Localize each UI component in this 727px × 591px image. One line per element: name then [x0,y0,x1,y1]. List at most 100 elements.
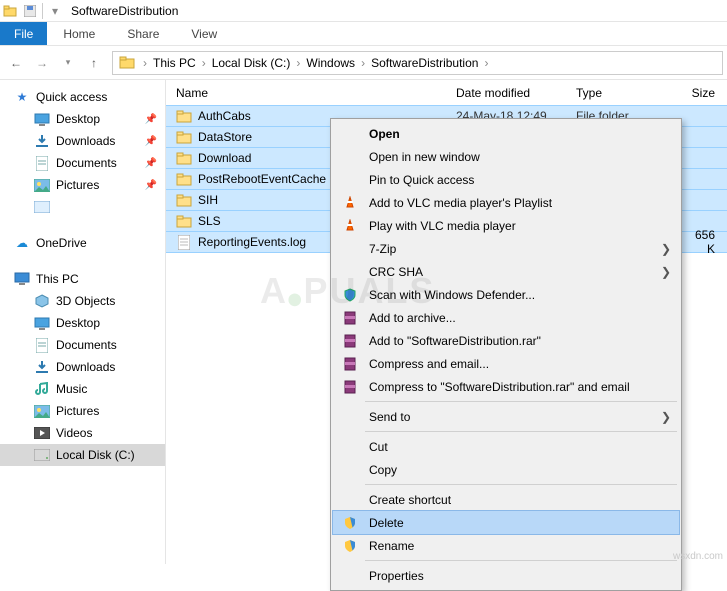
column-headers: Name Date modified Type Size [166,80,727,106]
menu-item-compress-and-email[interactable]: Compress and email... [333,352,679,375]
share-tab[interactable]: Share [111,22,175,45]
menu-item-open[interactable]: Open [333,122,679,145]
pictures-icon [34,403,50,419]
view-tab[interactable]: View [175,22,233,45]
menu-item-delete[interactable]: Delete [333,511,679,534]
menubar: File Home Share View [0,22,727,46]
sidebar-item-label: Local Disk (C:) [56,448,135,462]
rar-icon [341,332,359,350]
recent-dropdown[interactable]: ▾ [56,51,80,75]
chevron-right-icon: ❯ [661,410,671,424]
sidebar-item-local-disk-c-[interactable]: Local Disk (C:) [0,444,165,466]
menu-item-compress-to-softwaredistribution-rar-and-email[interactable]: Compress to "SoftwareDistribution.rar" a… [333,375,679,398]
menu-item-copy[interactable]: Copy [333,458,679,481]
sidebar-item-downloads[interactable]: Downloads [0,356,165,378]
sidebar-item-3d-objects[interactable]: 3D Objects [0,290,165,312]
menu-item-add-to-archive[interactable]: Add to archive... [333,306,679,329]
file-name: Download [198,151,251,165]
menu-item-pin-to-quick-access[interactable]: Pin to Quick access [333,168,679,191]
home-tab[interactable]: Home [47,22,111,45]
menu-item-label: Add to archive... [369,311,679,325]
menu-item-cut[interactable]: Cut [333,435,679,458]
sidebar-item-videos[interactable]: Videos [0,422,165,444]
menu-item-label: Scan with Windows Defender... [369,288,679,302]
sidebar-item-pictures[interactable]: Pictures📌 [0,174,165,196]
chevron-right-icon[interactable]: › [200,56,208,70]
blank-icon [341,263,359,281]
videos-icon [34,425,50,441]
chevron-right-icon[interactable]: › [141,56,149,70]
folder-icon [0,1,20,21]
folder-icon [176,129,192,145]
forward-button[interactable]: → [30,51,54,75]
menu-item-label: Rename [369,539,679,553]
rar-icon [341,378,359,396]
sidebar-item-documents[interactable]: Documents [0,334,165,356]
menu-item-add-to-vlc-media-player-s-playlist[interactable]: Add to VLC media player's Playlist [333,191,679,214]
pin-icon: 📌 [145,180,157,191]
menu-item-label: Pin to Quick access [369,173,679,187]
breadcrumb[interactable]: › This PC › Local Disk (C:) › Windows › … [112,51,723,75]
sidebar-item-music[interactable]: Music [0,378,165,400]
sidebar-item-label: Downloads [56,134,115,148]
file-tab[interactable]: File [0,22,47,45]
menu-item-crc-sha[interactable]: CRC SHA❯ [333,260,679,283]
sidebar-item-label: Videos [56,426,92,440]
menu-item-label: Play with VLC media player [369,219,679,233]
back-button[interactable]: ← [4,51,28,75]
sidebar-item-label: Documents [56,156,117,170]
menu-item-properties[interactable]: Properties [333,564,679,587]
menu-item-scan-with-windows-defender[interactable]: Scan with Windows Defender... [333,283,679,306]
crumb-windows[interactable]: Windows [302,52,359,74]
sidebar-item-downloads[interactable]: Downloads 📌 [0,130,165,152]
chevron-right-icon[interactable]: › [294,56,302,70]
crumb-local-disk[interactable]: Local Disk (C:) [208,52,295,74]
sidebar-item-desktop[interactable]: Desktop📌 [0,108,165,130]
music-icon [34,381,50,397]
pictures-icon [34,177,50,193]
menu-item-send-to[interactable]: Send to❯ [333,405,679,428]
downloads-icon [34,133,50,149]
menu-item-7-zip[interactable]: 7-Zip❯ [333,237,679,260]
sidebar-item-label: Downloads [56,360,115,374]
dropdown-icon[interactable]: ▾ [45,1,65,21]
uac-icon [341,537,359,555]
file-name: SIH [198,193,218,207]
sidebar-item-pictures[interactable]: Pictures [0,400,165,422]
menu-item-label: Add to "SoftwareDistribution.rar" [369,334,679,348]
downloads-icon [34,359,50,375]
folder-icon [176,171,192,187]
chevron-right-icon[interactable]: › [482,56,490,70]
titlebar: ▾ SoftwareDistribution [0,0,727,22]
sidebar-quick-access[interactable]: ★ Quick access [0,86,165,108]
sidebar-item-blank[interactable] [0,196,165,218]
blank-icon [341,567,359,585]
folder-icon [176,213,192,229]
sidebar-item-desktop[interactable]: Desktop [0,312,165,334]
menu-separator [365,484,677,485]
menu-item-label: Add to VLC media player's Playlist [369,196,679,210]
col-date[interactable]: Date modified [456,86,576,100]
sidebar-onedrive[interactable]: ☁ OneDrive [0,232,165,254]
menu-item-play-with-vlc-media-player[interactable]: Play with VLC media player [333,214,679,237]
menu-item-add-to-softwaredistribution-rar[interactable]: Add to "SoftwareDistribution.rar" [333,329,679,352]
menu-item-label: 7-Zip [369,242,679,256]
pin-icon: 📌 [145,136,157,147]
menu-item-create-shortcut[interactable]: Create shortcut [333,488,679,511]
save-icon[interactable] [20,1,40,21]
up-button[interactable]: ↑ [82,51,106,75]
folder-icon [176,150,192,166]
menu-item-rename[interactable]: Rename [333,534,679,557]
blank-icon [341,491,359,509]
chevron-right-icon[interactable]: › [359,56,367,70]
col-size[interactable]: Size [686,86,727,100]
vlc-icon [341,194,359,212]
sidebar-label: This PC [36,272,79,286]
sidebar-item-documents[interactable]: Documents📌 [0,152,165,174]
sidebar-this-pc[interactable]: This PC [0,268,165,290]
col-name[interactable]: Name [176,86,456,100]
col-type[interactable]: Type [576,86,686,100]
crumb-softwaredistribution[interactable]: SoftwareDistribution [367,52,482,74]
crumb-this-pc[interactable]: This PC [149,52,200,74]
menu-item-open-in-new-window[interactable]: Open in new window [333,145,679,168]
